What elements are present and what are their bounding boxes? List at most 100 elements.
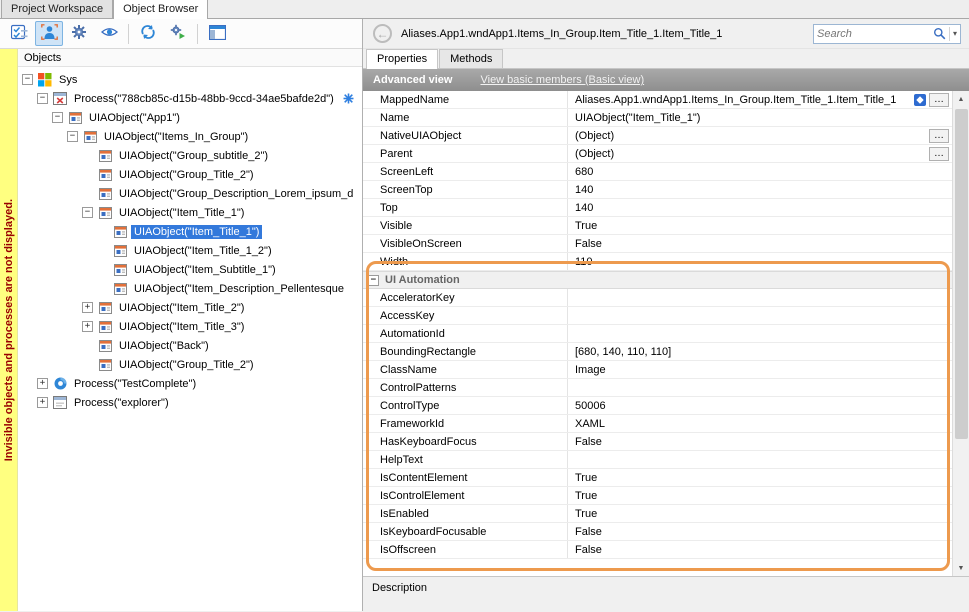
tree-node[interactable]: − UIAObject("Item_Title_1") [18, 203, 362, 222]
expand-toggle-icon[interactable]: + [37, 378, 48, 389]
view-eye-button[interactable] [95, 21, 123, 46]
property-value[interactable] [568, 325, 952, 342]
tree-node-label[interactable]: UIAObject("Group_subtitle_2") [116, 149, 271, 163]
property-value[interactable]: 50006 [568, 397, 952, 414]
collapse-toggle-icon[interactable]: − [368, 275, 379, 286]
expand-toggle-icon[interactable]: + [82, 302, 93, 313]
tree-node-label[interactable]: UIAObject("Item_Title_1_2") [131, 244, 275, 258]
tree-node-label[interactable]: UIAObject("Item_Title_3") [116, 320, 247, 334]
property-value[interactable]: True [568, 217, 952, 234]
tree-node[interactable]: UIAObject("Item_Subtitle_1") [18, 260, 362, 279]
tree-node[interactable]: UIAObject("Group_Title_2") [18, 165, 362, 184]
tree-node[interactable]: UIAObject("Group_Description_Lorem_ipsum… [18, 184, 362, 203]
tree-node-label[interactable]: Sys [56, 73, 80, 87]
tab-methods[interactable]: Methods [439, 49, 503, 68]
tree-node[interactable]: + Process("explorer") [18, 393, 362, 412]
collapse-toggle-icon[interactable]: − [22, 74, 33, 85]
property-value[interactable]: 140 [568, 199, 952, 216]
tree-node[interactable]: + Process("TestComplete") [18, 374, 362, 393]
property-value[interactable]: Image [568, 361, 952, 378]
property-value[interactable]: False [568, 541, 952, 558]
layout-panels-button[interactable] [203, 21, 231, 46]
tab-object-browser[interactable]: Object Browser [113, 0, 208, 19]
search-dropdown-icon[interactable]: ▾ [953, 29, 957, 38]
tab-properties[interactable]: Properties [366, 49, 438, 69]
search-input[interactable] [817, 28, 933, 40]
tree-node-label[interactable]: UIAObject("Group_Title_2") [116, 358, 257, 372]
property-value[interactable]: 140 [568, 181, 952, 198]
property-value[interactable]: False [568, 433, 952, 450]
collapse-toggle-icon[interactable]: − [52, 112, 63, 123]
back-button[interactable]: ← [373, 24, 392, 43]
tree-node[interactable]: − UIAObject("App1") [18, 108, 362, 127]
tree-node-label[interactable]: UIAObject("Group_Title_2") [116, 168, 257, 182]
property-value[interactable]: False [568, 523, 952, 540]
run-gear-icon [170, 24, 186, 43]
scrollbar-track[interactable] [953, 107, 969, 560]
tree-node-label[interactable]: UIAObject("Item_Description_Pellentesque [131, 282, 347, 296]
tree-node[interactable]: − Sys [18, 70, 362, 89]
tree-node[interactable]: + UIAObject("Item_Title_3") [18, 317, 362, 336]
mapped-name-icon[interactable] [914, 94, 926, 106]
tree-node-label[interactable]: UIAObject("Back") [116, 339, 212, 353]
ellipsis-button[interactable]: … [929, 129, 949, 143]
property-value[interactable]: True [568, 505, 952, 522]
search-icon[interactable] [933, 27, 946, 40]
tree-node[interactable]: − Process("788cb85c-d15b-48bb-9ccd-34ae5b… [18, 89, 362, 108]
property-value[interactable]: True [568, 487, 952, 504]
property-name: MappedName [363, 91, 568, 108]
property-value[interactable]: [680, 140, 110, 110] [568, 343, 952, 360]
tree-node-label[interactable]: Process("explorer") [71, 396, 172, 410]
tab-project-workspace[interactable]: Project Workspace [1, 0, 113, 18]
expand-toggle-icon[interactable]: + [82, 321, 93, 332]
property-value[interactable]: (Object)… [568, 145, 952, 162]
property-value[interactable]: 110 [568, 253, 952, 270]
property-value[interactable]: True [568, 469, 952, 486]
property-value[interactable]: Aliases.App1.wndApp1.Items_In_Group.Item… [568, 91, 952, 108]
collapse-toggle-icon[interactable]: − [82, 207, 93, 218]
scroll-down-icon[interactable]: ▼ [953, 560, 969, 576]
property-value[interactable] [568, 289, 952, 306]
property-value[interactable]: XAML [568, 415, 952, 432]
tree-node[interactable]: UIAObject("Item_Title_1") [18, 222, 362, 241]
ellipsis-button[interactable]: … [929, 147, 949, 161]
tree-node[interactable]: − UIAObject("Items_In_Group") [18, 127, 362, 146]
tree-node[interactable]: UIAObject("Group_subtitle_2") [18, 146, 362, 165]
expand-toggle-icon[interactable]: + [37, 397, 48, 408]
tree-node[interactable]: UIAObject("Back") [18, 336, 362, 355]
tree-node[interactable]: UIAObject("Group_Title_2") [18, 355, 362, 374]
property-section-header[interactable]: −UI Automation [363, 271, 952, 289]
property-value[interactable] [568, 451, 952, 468]
property-value[interactable]: False [568, 235, 952, 252]
tree-node-label[interactable]: UIAObject("Item_Title_1") [131, 225, 262, 239]
tree-node[interactable]: UIAObject("Item_Description_Pellentesque [18, 279, 362, 298]
tree-node[interactable]: UIAObject("Item_Title_1_2") [18, 241, 362, 260]
property-value[interactable]: 680 [568, 163, 952, 180]
property-value[interactable]: (Object)… [568, 127, 952, 144]
tree-node-label[interactable]: UIAObject("Item_Title_1") [116, 206, 247, 220]
tree-node-label[interactable]: UIAObject("Item_Subtitle_1") [131, 263, 279, 277]
property-value[interactable] [568, 379, 952, 396]
ellipsis-button[interactable]: … [929, 93, 949, 107]
tree-node-label[interactable]: Process("788cb85c-d15b-48bb-9ccd-34ae5ba… [71, 92, 337, 106]
scrollbar-thumb[interactable] [955, 109, 968, 439]
tree-node-label[interactable]: UIAObject("Items_In_Group") [101, 130, 251, 144]
tree-node-label[interactable]: UIAObject("Item_Title_2") [116, 301, 247, 315]
refresh-button[interactable] [134, 21, 162, 46]
property-value[interactable] [568, 307, 952, 324]
tree-node-label[interactable]: UIAObject("App1") [86, 111, 183, 125]
collapse-toggle-icon[interactable]: − [67, 131, 78, 142]
settings-gear-button[interactable] [65, 21, 93, 46]
scroll-up-icon[interactable]: ▲ [953, 91, 969, 107]
property-value[interactable]: UIAObject("Item_Title_1") [568, 109, 952, 126]
object-checklist-button[interactable] [5, 21, 33, 46]
highlight-object-button[interactable] [35, 21, 63, 46]
tree-node-label[interactable]: Process("TestComplete") [71, 377, 199, 391]
grid-vertical-scrollbar[interactable]: ▲ ▼ [952, 91, 969, 576]
basic-view-link[interactable]: View basic members (Basic view) [480, 74, 644, 86]
run-gear-button[interactable] [164, 21, 192, 46]
property-row: ScreenTop140 [363, 181, 952, 199]
collapse-toggle-icon[interactable]: − [37, 93, 48, 104]
tree-node-label[interactable]: UIAObject("Group_Description_Lorem_ipsum… [116, 187, 356, 201]
tree-node[interactable]: + UIAObject("Item_Title_2") [18, 298, 362, 317]
